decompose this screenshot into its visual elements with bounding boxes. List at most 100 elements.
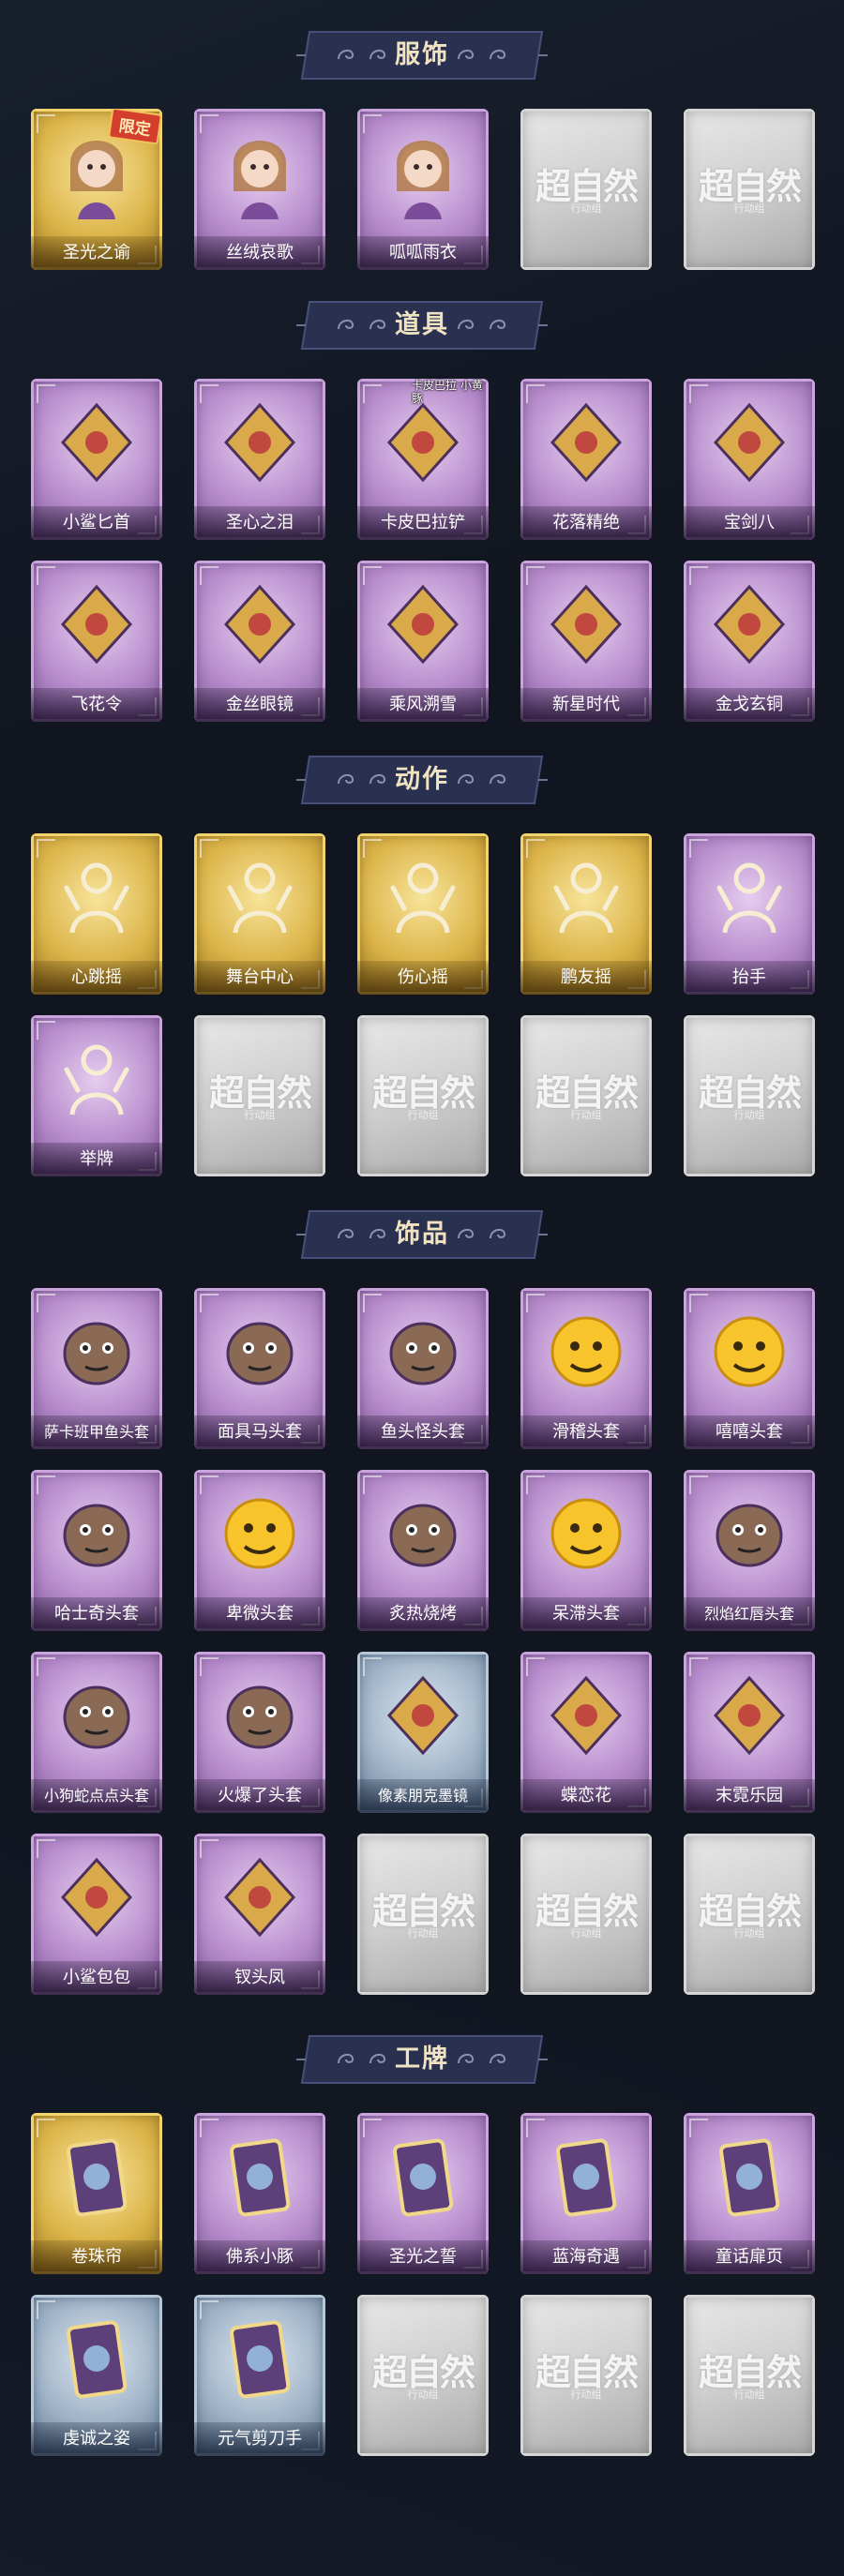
phoenix-doll-icon — [213, 1850, 307, 1944]
item-card[interactable]: 呱呱雨衣 — [357, 109, 489, 270]
gesture-heartbeat-icon — [50, 850, 143, 944]
item-card[interactable]: 卑微头套 — [194, 1470, 325, 1631]
item-card[interactable]: 抬手 — [684, 833, 815, 995]
item-name: 鹏友摇 — [520, 961, 652, 995]
item-card[interactable]: 萨卡班甲鱼头套 — [31, 1288, 162, 1449]
item-name: 花落精绝 — [520, 506, 652, 540]
empty-item-slot[interactable]: 超自然 行动组 — [357, 1834, 489, 1995]
flower-lantern-icon — [50, 577, 143, 671]
smirk-emoji-mask-icon — [539, 1305, 633, 1399]
item-name: 乘风溯雪 — [357, 688, 489, 722]
fishman-mask-icon — [376, 1305, 470, 1399]
item-name: 蓝海奇遇 — [520, 2240, 652, 2274]
card-holy-icon — [376, 2130, 470, 2224]
item-card[interactable]: 圣心之泪 — [194, 379, 325, 540]
item-name: 哈士奇头套 — [31, 1597, 162, 1631]
item-card[interactable]: 面具马头套 — [194, 1288, 325, 1449]
empty-item-slot[interactable]: 超自然 行动组 — [684, 1834, 815, 1995]
section-banner: 道具 — [296, 300, 548, 351]
item-card[interactable]: 新星时代 — [520, 561, 652, 722]
item-card[interactable]: 蓝海奇遇 — [520, 2113, 652, 2274]
item-name: 滑稽头套 — [520, 1415, 652, 1449]
empty-item-slot[interactable]: 超自然 行动组 — [357, 2295, 489, 2456]
item-name: 炙热烧烤 — [357, 1597, 489, 1631]
capybara-shovel-icon — [376, 396, 470, 489]
section-4: 工牌 卷珠帘 佛系小豚 圣光之誓 蓝海奇遇 童话扉页 虔诚之姿 元气剪刀手 超自然 行动组 超自然行… — [0, 2034, 844, 2477]
item-card[interactable]: 小狗蛇点点头套 — [31, 1652, 162, 1813]
item-card[interactable]: 小鲨匕首 — [31, 379, 162, 540]
item-name: 鱼头怪头套 — [357, 1415, 489, 1449]
empty-item-slot[interactable]: 超自然 行动组 — [520, 1834, 652, 1995]
item-row: 心跳摇 舞台中心 伤心摇 鹏友摇 抬手 — [0, 833, 844, 1002]
item-card[interactable]: 举牌 — [31, 1015, 162, 1176]
item-card[interactable]: 卷珠帘 — [31, 2113, 162, 2274]
empty-item-slot[interactable]: 超自然 行动组 — [684, 1015, 815, 1176]
item-card[interactable]: 花落精绝 — [520, 379, 652, 540]
item-name: 呆滞头套 — [520, 1597, 652, 1631]
empty-item-slot[interactable]: 超自然 行动组 — [357, 1015, 489, 1176]
item-card[interactable]: 炙热烧烤 — [357, 1470, 489, 1631]
empty-slot-subtitle: 行动组 — [570, 1109, 602, 1121]
item-card[interactable]: 呆滞头套 — [520, 1470, 652, 1631]
item-card[interactable]: 伤心摇 — [357, 833, 489, 995]
empty-item-slot[interactable]: 超自然 行动组 — [520, 2295, 652, 2456]
fish-head-mask-icon — [50, 1305, 143, 1399]
empty-item-slot[interactable]: 超自然 行动组 — [684, 109, 815, 270]
item-name: 面具马头套 — [194, 1415, 325, 1449]
item-card[interactable]: 金戈玄铜 — [684, 561, 815, 722]
item-name: 火爆了头套 — [194, 1779, 325, 1813]
item-card[interactable]: 乘风溯雪 — [357, 561, 489, 722]
item-card[interactable]: 卡皮巴拉 小黄豚 卡皮巴拉铲 — [357, 379, 489, 540]
pikachu-mask-icon — [702, 1487, 796, 1580]
empty-item-slot[interactable]: 超自然 行动组 — [520, 1015, 652, 1176]
item-card[interactable]: 元气剪刀手 — [194, 2295, 325, 2456]
grenade-icon — [702, 577, 796, 671]
item-card[interactable]: 末霓乐园 — [684, 1652, 815, 1813]
item-card[interactable]: 滑稽头套 — [520, 1288, 652, 1449]
item-name: 像素朋克墨镜 — [357, 1779, 489, 1813]
item-card[interactable]: 心跳摇 — [31, 833, 162, 995]
empty-slot-subtitle: 行动组 — [407, 1109, 439, 1121]
item-name: 萨卡班甲鱼头套 — [31, 1415, 162, 1449]
item-card[interactable]: 嘻嘻头套 — [684, 1288, 815, 1449]
item-card[interactable]: 童话扉页 — [684, 2113, 815, 2274]
item-name: 卷珠帘 — [31, 2240, 162, 2274]
item-card[interactable]: 哈士奇头套 — [31, 1470, 162, 1631]
item-card[interactable]: 像素朋克墨镜 — [357, 1652, 489, 1813]
item-card[interactable]: 圣光之誓 — [357, 2113, 489, 2274]
item-name: 圣心之泪 — [194, 506, 325, 540]
item-card[interactable]: 飞花令 — [31, 561, 162, 722]
item-name: 卡皮巴拉铲 — [357, 506, 489, 540]
item-row: 小狗蛇点点头套 火爆了头套 像素朋克墨镜 蝶恋花 末霓乐园 — [0, 1652, 844, 1820]
item-name: 飞花令 — [31, 688, 162, 722]
item-name: 卑微头套 — [194, 1597, 325, 1631]
item-name: 虔诚之姿 — [31, 2422, 162, 2456]
item-card[interactable]: 丝绒哀歌 — [194, 109, 325, 270]
humble-emoji-mask-icon — [213, 1487, 307, 1580]
empty-item-slot[interactable]: 超自然 行动组 — [194, 1015, 325, 1176]
item-card[interactable]: 火爆了头套 — [194, 1652, 325, 1813]
item-card[interactable]: 蝶恋花 — [520, 1652, 652, 1813]
item-card[interactable]: 小鲨包包 — [31, 1834, 162, 1995]
item-card[interactable]: 鱼头怪头套 — [357, 1288, 489, 1449]
item-card[interactable]: 限定 圣光之谕 — [31, 109, 162, 270]
shark-dagger-icon — [50, 396, 143, 489]
section-title: 饰品 — [395, 1220, 449, 1249]
item-card[interactable]: 虔诚之姿 — [31, 2295, 162, 2456]
empty-item-slot[interactable]: 超自然 行动组 — [520, 109, 652, 270]
item-card[interactable]: 佛系小豚 — [194, 2113, 325, 2274]
item-card[interactable]: 鹏友摇 — [520, 833, 652, 995]
item-card[interactable]: 舞台中心 — [194, 833, 325, 995]
snake-mask-icon — [50, 1669, 143, 1762]
item-card[interactable]: 钗头凤 — [194, 1834, 325, 1995]
gesture-stage-icon — [213, 850, 307, 944]
item-card[interactable]: 烈焰红唇头套 — [684, 1470, 815, 1631]
empty-slot-subtitle: 行动组 — [570, 1927, 602, 1939]
item-card[interactable]: 金丝眼镜 — [194, 561, 325, 722]
item-name: 元气剪刀手 — [194, 2422, 325, 2456]
empty-item-slot[interactable]: 超自然 行动组 — [684, 2295, 815, 2456]
item-name: 金戈玄铜 — [684, 688, 815, 722]
frog-hat-girl-portrait-icon — [376, 126, 470, 219]
item-name: 烈焰红唇头套 — [684, 1597, 815, 1631]
item-card[interactable]: 宝剑八 — [684, 379, 815, 540]
